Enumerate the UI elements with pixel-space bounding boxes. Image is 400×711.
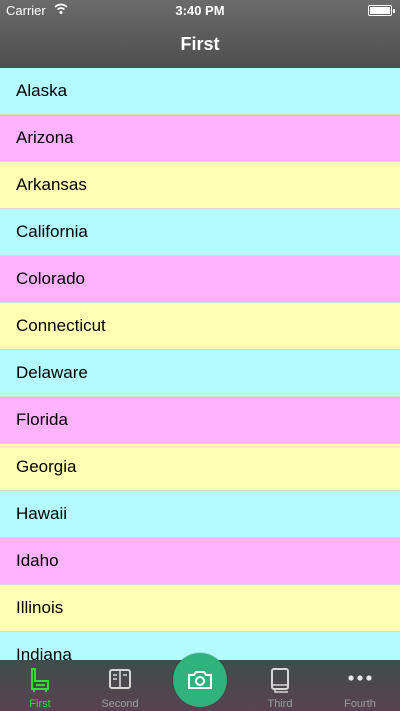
chair-icon (31, 668, 49, 692)
battery-icon (368, 5, 395, 16)
list-item[interactable]: Florida (0, 397, 400, 444)
list-item[interactable]: Alaska (0, 68, 400, 115)
list-item[interactable]: Connecticut (0, 303, 400, 350)
page-title: First (180, 34, 220, 54)
camera-icon (188, 671, 212, 689)
tab-fourth[interactable]: Fourth (320, 660, 400, 711)
list-item-label: Indiana (16, 645, 72, 660)
list-item[interactable]: Arizona (0, 115, 400, 162)
list-item-label: Florida (16, 410, 68, 429)
list-item-label: Georgia (16, 457, 77, 476)
tab-second-label: Second (101, 698, 139, 710)
battery-fill (370, 7, 390, 14)
book-icon (109, 669, 131, 689)
status-bar: Carrier 3:40 PM (0, 0, 400, 22)
states-list[interactable]: Alaska Arizona Arkansas California Colorado C… (0, 68, 400, 660)
list-item[interactable]: Idaho (0, 538, 400, 585)
tab-first[interactable]: First (0, 660, 80, 711)
tab-first-label: First (29, 698, 51, 710)
list-item-label: Illinois (16, 598, 64, 617)
list-item-label: Delaware (16, 363, 88, 382)
list-item[interactable]: California (0, 209, 400, 256)
list-item[interactable]: Illinois (0, 585, 400, 632)
tab-third-label: Third (267, 698, 293, 710)
notebook-icon (271, 668, 289, 693)
list-item[interactable]: Colorado (0, 256, 400, 303)
list-item-label: Arizona (16, 128, 74, 147)
tab-second[interactable]: Second (80, 660, 160, 711)
status-time: 3:40 PM (175, 3, 225, 18)
list-item-label: Idaho (16, 551, 59, 570)
list-item-label: Arkansas (16, 175, 87, 194)
list-item-label: Connecticut (16, 316, 106, 335)
more-icon (348, 675, 372, 681)
navigation-header: Carrier 3:40 PM First (0, 0, 400, 68)
list-item[interactable]: Hawaii (0, 491, 400, 538)
list-item[interactable]: Delaware (0, 350, 400, 397)
list-item[interactable]: Arkansas (0, 162, 400, 209)
list-item[interactable]: Georgia (0, 444, 400, 491)
list-item-label: Colorado (16, 269, 85, 288)
list-item-label: Alaska (16, 81, 68, 100)
camera-button[interactable] (173, 653, 227, 707)
tab-third[interactable]: Third (240, 660, 320, 711)
list-item-label: Hawaii (16, 504, 68, 523)
list-item-label: California (16, 222, 88, 241)
tab-fourth-label: Fourth (344, 698, 376, 710)
